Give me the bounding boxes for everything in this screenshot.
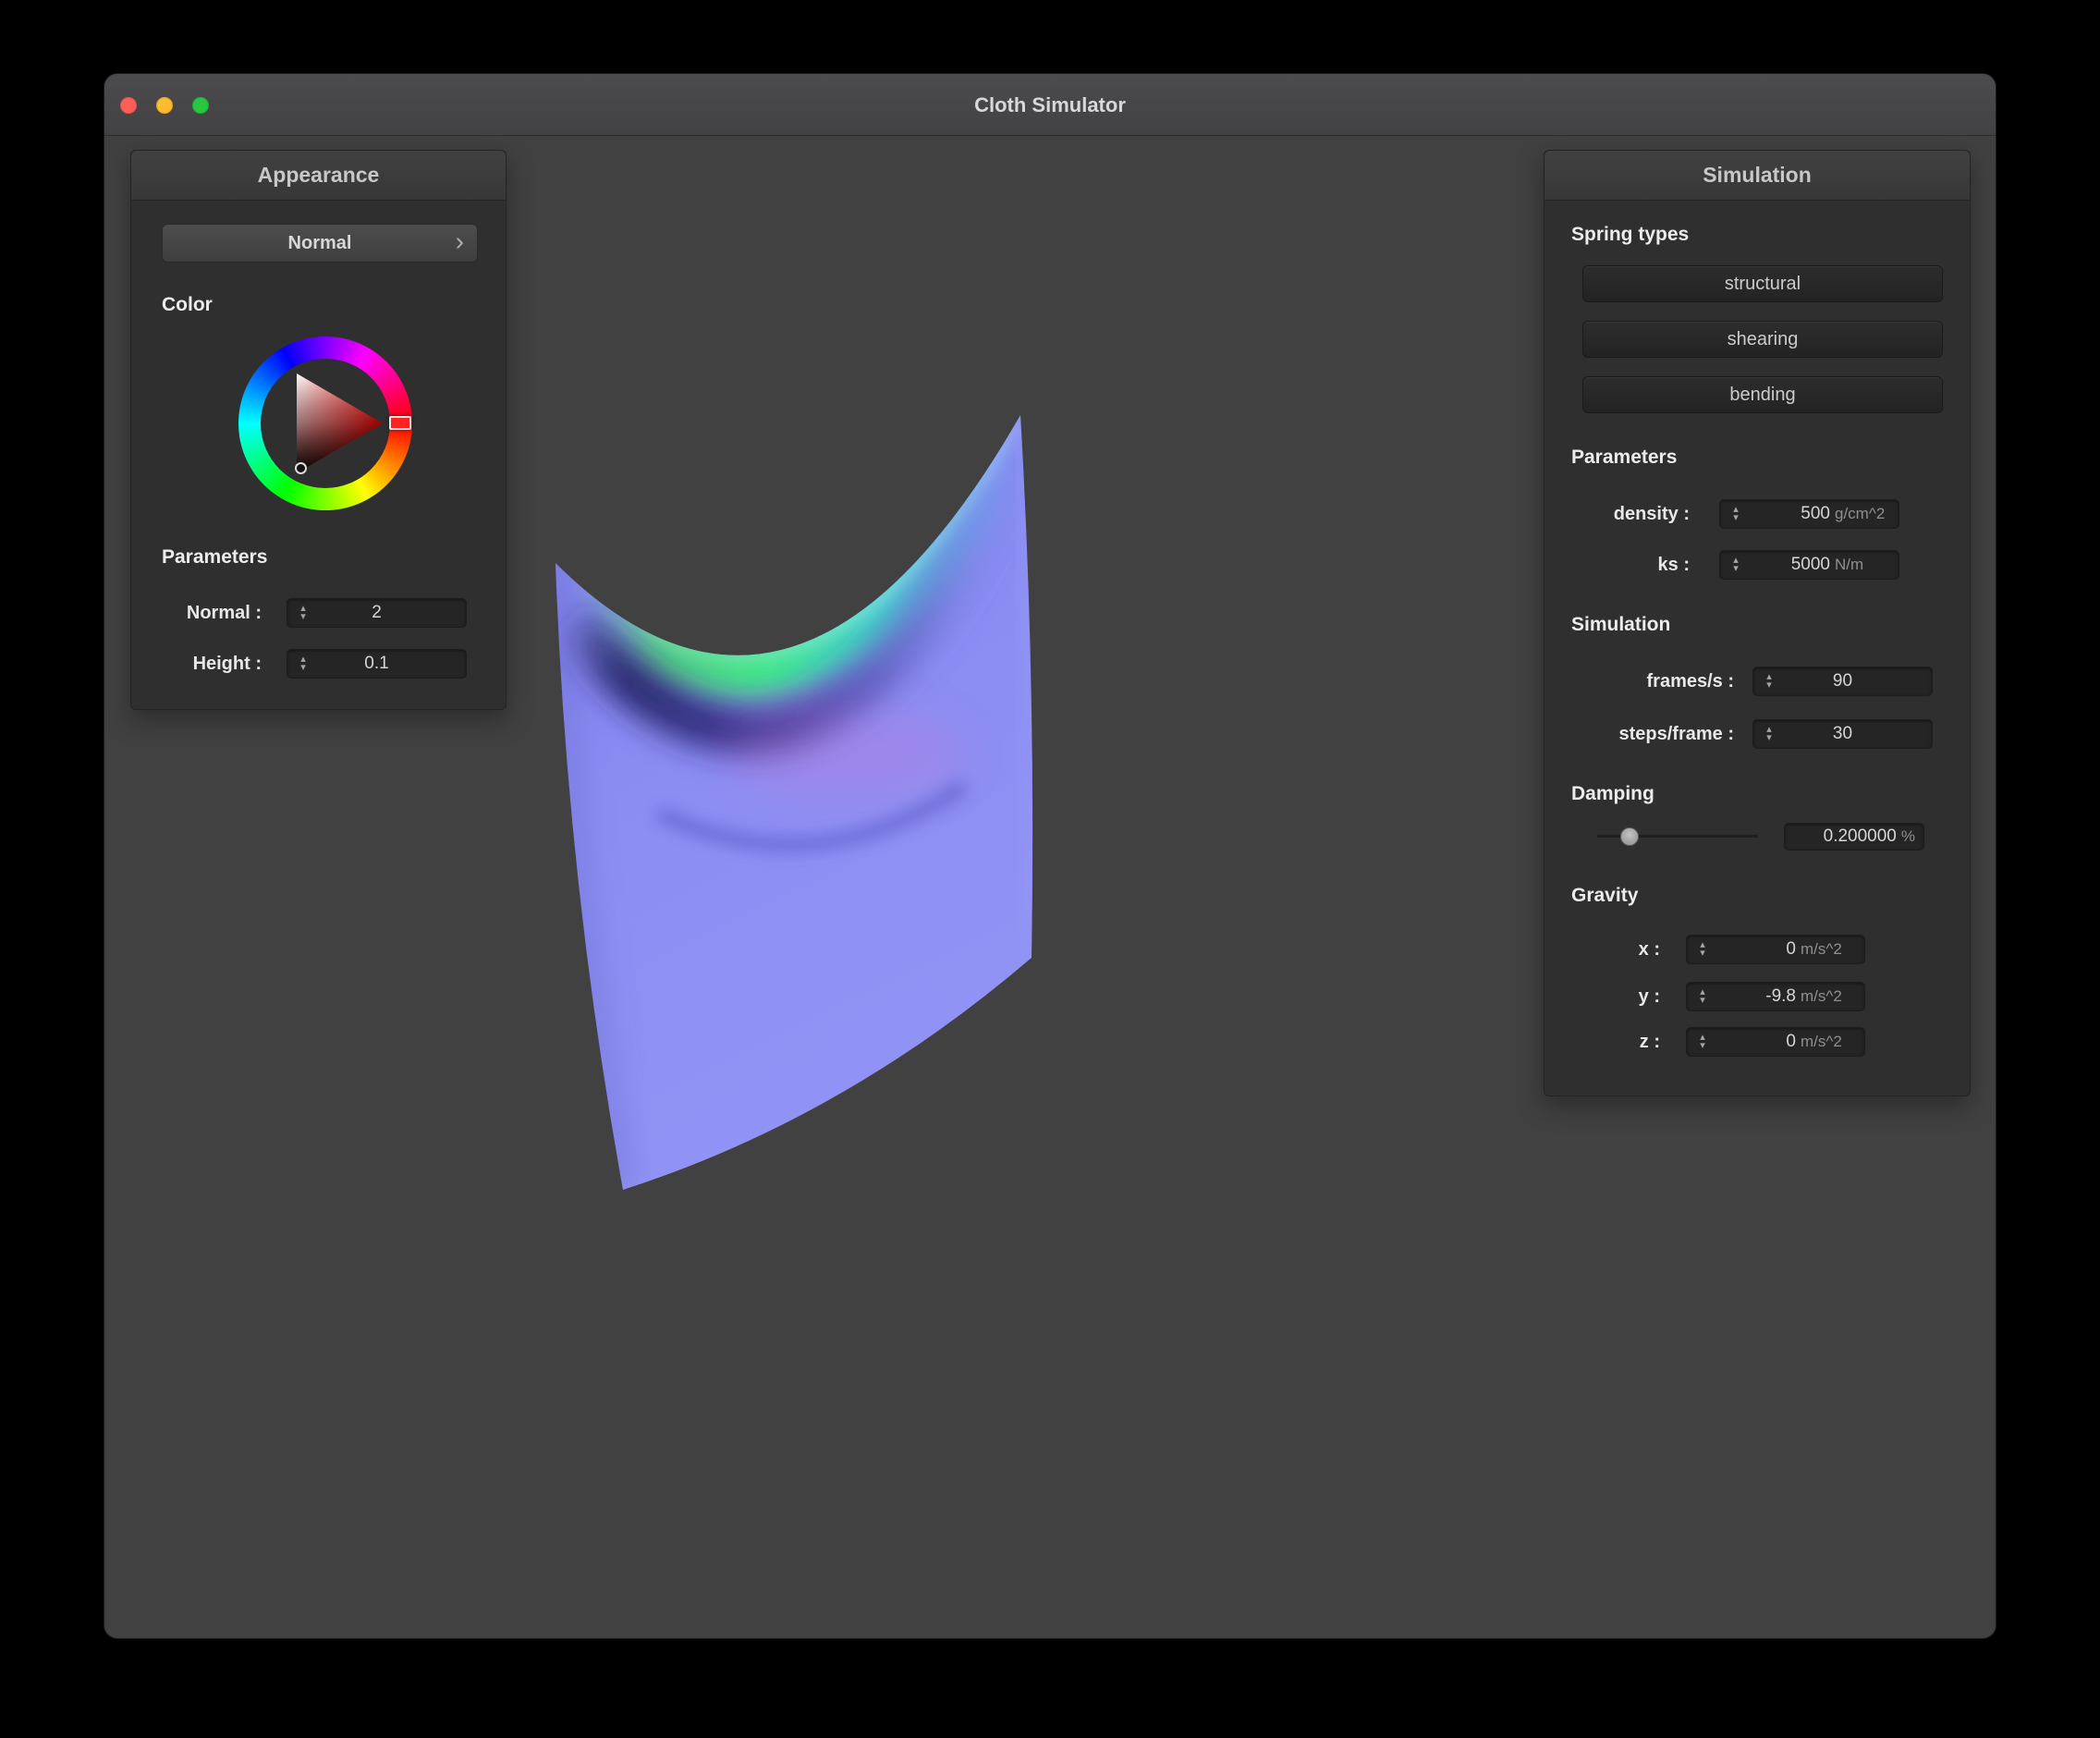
damping-slider-handle[interactable]	[1620, 827, 1639, 846]
minimize-button[interactable]	[156, 97, 173, 114]
height-label: Height :	[193, 649, 262, 679]
gravity-z-label: z :	[1640, 1027, 1660, 1057]
damping-field[interactable]: 0.200000 %	[1784, 823, 1924, 851]
simulation-header: Simulation	[1544, 151, 1970, 201]
simulation-parameters-label: Parameters	[1571, 447, 1677, 469]
traffic-lights	[120, 74, 209, 136]
gravity-x-field[interactable]: ▴ ▾ 0 m/s^2	[1686, 935, 1865, 964]
gravity-y-label: y :	[1639, 982, 1660, 1011]
title-bar[interactable]: Cloth Simulator	[104, 74, 1996, 136]
gravity-z-stepper[interactable]: ▴ ▾	[1691, 1028, 1714, 1056]
gravity-x-stepper[interactable]: ▴ ▾	[1691, 936, 1714, 963]
zoom-button[interactable]	[192, 97, 209, 114]
steps-field[interactable]: ▴ ▾ 30	[1752, 719, 1933, 749]
gravity-y-unit: m/s^2	[1801, 987, 1856, 1006]
gravity-x-value[interactable]: 0	[1786, 939, 1796, 960]
gravity-z-field[interactable]: ▴ ▾ 0 m/s^2	[1686, 1027, 1865, 1057]
gravity-y-field[interactable]: ▴ ▾ -9.8 m/s^2	[1686, 982, 1865, 1011]
chevron-right-icon: ›	[456, 227, 464, 257]
app-window: Cloth Simulator	[104, 74, 1996, 1638]
stepper-down-icon[interactable]: ▾	[1700, 997, 1705, 1005]
frames-label: frames/s :	[1647, 667, 1735, 696]
gravity-label: Gravity	[1571, 885, 1638, 907]
gravity-x-label: x :	[1639, 935, 1660, 964]
frames-value[interactable]: 90	[1833, 671, 1852, 692]
window-title: Cloth Simulator	[104, 74, 1996, 136]
gravity-y-value[interactable]: -9.8	[1765, 986, 1796, 1007]
simulation-panel: Simulation Spring types structural shear…	[1544, 150, 1971, 1096]
simulation-section-label: Simulation	[1571, 614, 1670, 636]
height-field[interactable]: ▴ ▾ 0.1	[287, 649, 467, 679]
ks-unit: N/m	[1835, 556, 1890, 574]
damping-value[interactable]: 0.200000	[1824, 826, 1897, 847]
appearance-parameters-label: Parameters	[162, 546, 267, 569]
frames-field[interactable]: ▴ ▾ 90	[1752, 667, 1933, 696]
sv-marker[interactable]	[295, 462, 307, 474]
steps-label: steps/frame :	[1619, 719, 1735, 749]
damping-unit: %	[1901, 827, 1915, 846]
normal-label: Normal :	[187, 598, 262, 628]
shader-dropdown-value: Normal	[288, 233, 352, 254]
ks-label: ks :	[1658, 550, 1690, 580]
density-value[interactable]: 500	[1801, 504, 1830, 524]
gravity-z-unit: m/s^2	[1801, 1033, 1856, 1051]
spring-types-label: Spring types	[1571, 224, 1689, 246]
appearance-header: Appearance	[131, 151, 506, 201]
ks-field[interactable]: ▴ ▾ 5000 N/m	[1719, 550, 1899, 580]
spring-structural-button[interactable]: structural	[1582, 265, 1943, 302]
density-field[interactable]: ▴ ▾ 500 g/cm^2	[1719, 499, 1899, 529]
height-value[interactable]: 0.1	[364, 654, 388, 674]
steps-value[interactable]: 30	[1833, 724, 1852, 744]
stepper-down-icon[interactable]: ▾	[1733, 514, 1739, 522]
damping-label: Damping	[1571, 783, 1654, 805]
normal-field[interactable]: ▴ ▾ 2	[287, 598, 467, 628]
shader-dropdown[interactable]: Normal ›	[162, 224, 478, 263]
density-stepper[interactable]: ▴ ▾	[1725, 500, 1747, 528]
gravity-z-value[interactable]: 0	[1786, 1032, 1796, 1052]
ks-stepper[interactable]: ▴ ▾	[1725, 551, 1747, 579]
gravity-y-stepper[interactable]: ▴ ▾	[1691, 983, 1714, 1010]
appearance-panel: Appearance Normal › Color	[130, 150, 507, 710]
close-button[interactable]	[120, 97, 137, 114]
normal-value[interactable]: 2	[372, 603, 382, 623]
spring-bending-button[interactable]: bending	[1582, 376, 1943, 413]
color-wheel[interactable]	[238, 337, 412, 510]
color-section-label: Color	[162, 294, 213, 316]
gravity-x-unit: m/s^2	[1801, 940, 1856, 959]
sv-triangle[interactable]	[261, 359, 390, 488]
hue-marker[interactable]	[389, 416, 411, 430]
stepper-down-icon[interactable]: ▾	[1700, 1042, 1705, 1050]
stepper-down-icon[interactable]: ▾	[1700, 949, 1705, 958]
ks-value[interactable]: 5000	[1791, 555, 1830, 575]
spring-shearing-button[interactable]: shearing	[1582, 321, 1943, 358]
density-unit: g/cm^2	[1835, 505, 1890, 523]
density-label: density :	[1614, 499, 1690, 529]
stepper-down-icon[interactable]: ▾	[1733, 565, 1739, 573]
